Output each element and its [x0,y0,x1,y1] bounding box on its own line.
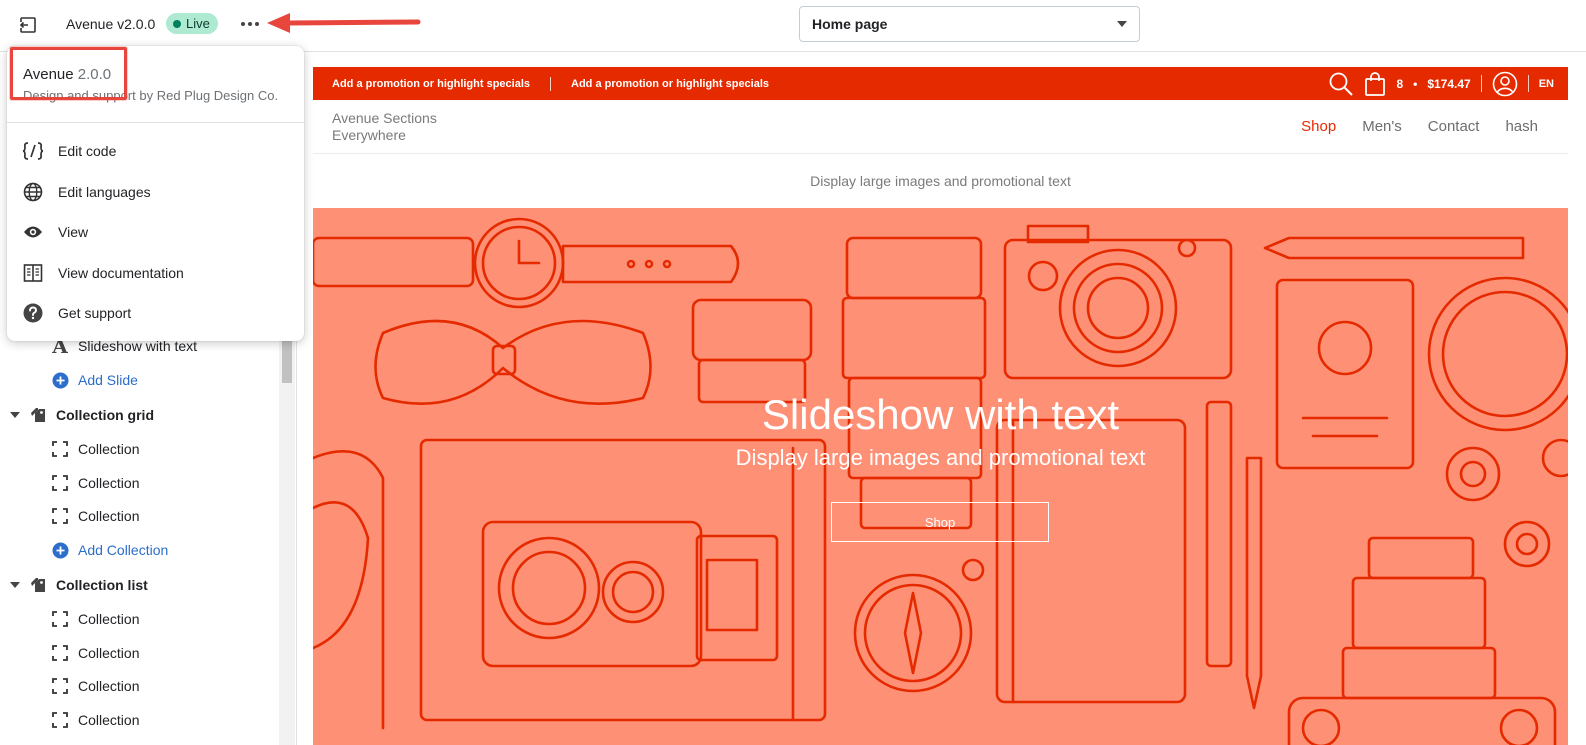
tree-row-label: Collection grid [56,407,154,423]
hero-illustration [313,217,1568,745]
live-dot-icon [173,19,181,28]
announcement-bar: Add a promotion or highlight specials Ad… [313,67,1568,100]
search-icon[interactable] [1328,71,1354,97]
hero-subtitle: Display large images and promotional tex… [735,445,1146,470]
collection-block[interactable]: Collection [50,638,139,668]
exit-icon [19,17,36,33]
storefront-preview: Add a promotion or highlight specials Ad… [313,67,1568,745]
add-circle-icon [50,540,70,560]
cart-total[interactable]: $174.47 [1427,77,1470,91]
store-logo-text[interactable]: Avenue Sections Everywhere [332,110,472,144]
hero-shop-button[interactable]: Shop [831,502,1049,542]
store-header: Avenue Sections Everywhere Shop Men's Co… [313,100,1568,154]
book-icon [21,261,45,285]
add-slide-button[interactable]: Add Slide [50,365,138,395]
tree-row-label: Collection [78,475,140,491]
collection-block-icon [50,609,70,629]
hero-title: Slideshow with text [761,391,1120,438]
theme-actions-button[interactable] [236,12,264,36]
cart-separator: • [1413,76,1418,91]
collection-block[interactable]: Collection [50,434,139,464]
more-dot [255,22,259,26]
live-status-badge: Live [166,13,218,34]
collection-block-icon [50,643,70,663]
collection-block[interactable]: Collection [50,501,139,531]
collection-block[interactable]: Collection [50,468,139,498]
collection-block-icon [50,473,70,493]
more-dot [241,22,245,26]
edit-code-action[interactable]: Edit code [7,131,304,171]
code-icon [21,139,45,163]
tree-row-label: Collection [78,712,140,728]
collection-block-icon [50,676,70,696]
add-circle-icon [50,370,70,390]
tree-row-label: Collection list [56,577,148,593]
tree-row-label: Collection [78,645,140,661]
section-tagline: Display large images and promotional tex… [810,173,1071,189]
question-icon [21,301,45,325]
tree-row-label: Add Slide [78,372,138,388]
eye-icon [21,220,45,244]
get-support-action[interactable]: Get support [7,293,304,333]
header-divider [1480,75,1482,92]
collection-block[interactable]: Collection [50,671,139,701]
edit-languages-action[interactable]: Edit languages [7,172,304,212]
collection-tag-icon [28,405,48,425]
tree-row-label: Collection [78,508,140,524]
exit-button[interactable] [14,12,42,38]
caret-down-icon [10,412,20,418]
collection-block-icon [50,710,70,730]
theme-name: Avenue v2.0.0 [66,16,156,32]
pop-item-label: View [58,224,89,240]
tree-row-label: Collection [78,441,140,457]
page-selector-value: Home page [812,16,888,32]
nav-link-hash[interactable]: hash [1505,118,1538,135]
collection-block-icon [50,506,70,526]
globe-icon [21,180,45,204]
section-collection-grid[interactable]: Collection grid [10,400,154,430]
pop-item-label: Get support [58,305,132,321]
hero-slideshow[interactable]: Slideshow with text Display large images… [313,208,1568,745]
language-switcher[interactable]: EN [1539,78,1554,90]
section-collection-list[interactable]: Collection list [10,570,148,600]
nav-link-contact[interactable]: Contact [1428,118,1480,135]
popover-divider [7,122,304,123]
nav-link-mens[interactable]: Men's [1362,118,1402,135]
cart-bag-icon[interactable] [1364,71,1386,96]
tree-row-label: Collection [78,611,140,627]
view-action[interactable]: View [7,212,304,252]
caret-down-icon [10,582,20,588]
collection-block[interactable]: Collection [50,604,139,634]
page-selector[interactable]: Home page [799,6,1140,42]
promo-text[interactable]: Add a promotion or highlight specials [332,78,530,90]
cart-count[interactable]: 8 [1396,77,1403,91]
collection-tag-icon [28,575,48,595]
chevron-down-icon [1117,21,1127,27]
pop-item-label: View documentation [58,265,184,281]
add-collection-button[interactable]: Add Collection [50,535,168,565]
promo-divider [550,77,552,91]
live-label: Live [186,16,210,31]
view-documentation-action[interactable]: View documentation [7,253,304,293]
account-icon[interactable] [1492,71,1518,97]
nav-link-shop[interactable]: Shop [1301,118,1336,135]
header-divider [1527,75,1529,92]
editor-topbar: Avenue v2.0.0 Live Home page [0,0,1586,52]
pop-item-label: Edit languages [58,184,151,200]
store-nav: Shop Men's Contact hash [1301,118,1538,135]
tree-row-label: Add Collection [78,542,169,558]
promo-text[interactable]: Add a promotion or highlight specials [571,78,769,90]
tree-row-label: Collection [78,678,140,694]
pop-item-label: Edit code [58,143,117,159]
collection-block[interactable]: Collection [50,705,139,735]
more-dot [248,22,252,26]
collection-block-icon [50,439,70,459]
annotation-highlight-box [10,47,127,100]
annotation-arrow-icon [267,13,421,33]
